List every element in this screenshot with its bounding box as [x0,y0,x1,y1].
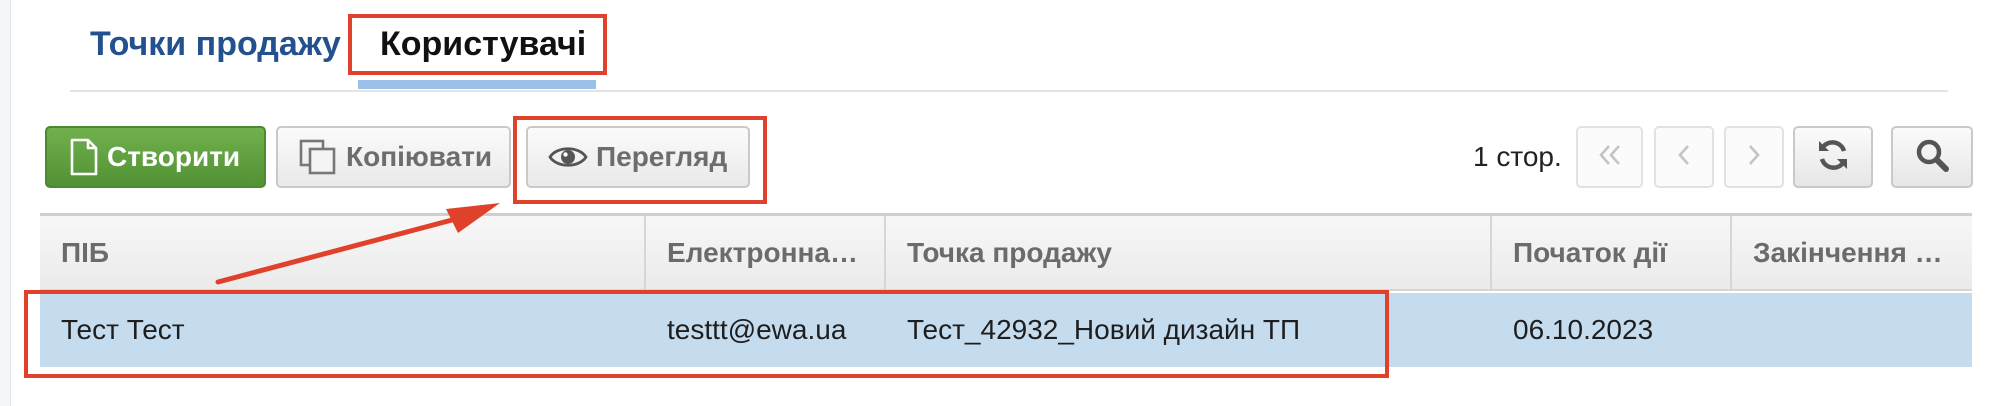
copy-icon [298,138,338,176]
prev-page-button[interactable] [1654,126,1714,188]
active-tab-indicator [358,80,596,89]
column-header-email[interactable]: Електронна… [646,216,886,289]
create-button-label: Створити [107,141,241,172]
chevron-right-icon [1744,142,1764,173]
page-left-border [0,0,11,406]
copy-button-label: Копіювати [346,141,493,172]
first-page-button[interactable] [1576,126,1643,188]
highlight-selected-row [24,290,1389,378]
next-page-button[interactable] [1724,126,1784,188]
table-header: ПІБ Електронна… Точка продажу Початок ді… [40,216,1972,291]
highlight-users-tab [348,14,607,75]
column-header-end[interactable]: Закінчення … [1732,216,1970,289]
tab-points-of-sale[interactable]: Точки продажу [90,14,341,74]
tabs-divider [70,90,1948,92]
cell-start-date: 06.10.2023 [1513,314,1654,345]
double-chevron-left-icon [1596,142,1624,173]
refresh-icon [1815,137,1851,178]
column-header-name[interactable]: ПІБ [40,216,646,289]
search-icon [1914,137,1950,178]
column-header-start[interactable]: Початок дії [1492,216,1732,289]
column-header-point-of-sale[interactable]: Точка продажу [886,216,1492,289]
create-button[interactable]: Створити [45,126,266,188]
search-button[interactable] [1891,126,1973,188]
chevron-left-icon [1674,142,1694,173]
copy-button[interactable]: Копіювати [276,126,511,188]
document-icon [69,138,99,176]
highlight-view-button [513,116,767,204]
page-info: 1 стор. [1473,141,1562,172]
refresh-button[interactable] [1793,126,1873,188]
cell-end-date [1732,293,1970,367]
